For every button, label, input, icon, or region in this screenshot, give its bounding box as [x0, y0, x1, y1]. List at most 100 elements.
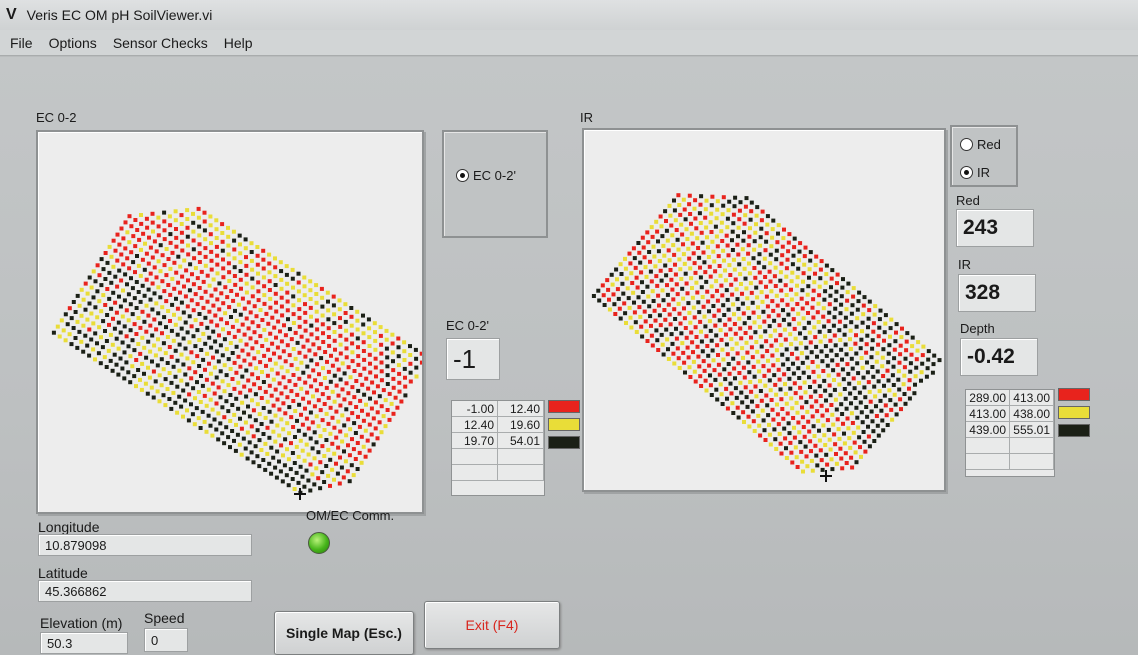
field-sample-point — [225, 295, 230, 300]
field-sample-point — [714, 333, 719, 338]
field-sample-point — [375, 410, 380, 415]
field-sample-point — [120, 314, 125, 319]
field-sample-point — [899, 335, 904, 340]
field-sample-point — [275, 371, 280, 376]
field-sample-point — [285, 290, 290, 295]
radio-ir[interactable]: IR — [960, 165, 990, 180]
field-sample-point — [285, 343, 290, 348]
field-sample-point — [858, 445, 862, 450]
ir-range-max[interactable]: 555.01 — [1010, 422, 1054, 437]
field-sample-point — [847, 381, 852, 386]
field-sample-point — [73, 310, 78, 314]
radio-on-icon — [456, 169, 469, 182]
field-sample-point — [750, 409, 755, 414]
empty-cell[interactable] — [1010, 454, 1054, 469]
menu-sensor-checks[interactable]: Sensor Checks — [113, 35, 208, 51]
field-sample-point — [772, 373, 777, 378]
field-sample-point — [665, 292, 670, 297]
field-sample-point — [862, 439, 867, 444]
field-sample-point — [221, 301, 226, 306]
ec-range-min[interactable]: 12.40 — [452, 417, 498, 432]
field-sample-point — [340, 387, 345, 392]
ir-map-plot[interactable] — [582, 128, 946, 492]
ir-swatch-black[interactable] — [1058, 424, 1090, 437]
exit-button[interactable]: Exit (F4) — [424, 601, 560, 649]
menu-help[interactable]: Help — [224, 35, 253, 51]
field-sample-point — [782, 327, 787, 332]
field-sample-point — [185, 208, 190, 213]
single-map-button[interactable]: Single Map (Esc.) — [274, 611, 414, 655]
empty-cell[interactable] — [498, 449, 544, 464]
ec-legend-table[interactable]: -1.00 12.40 12.40 19.60 19.70 54.01 — [451, 400, 545, 496]
empty-cell[interactable] — [966, 438, 1010, 453]
field-sample-point — [793, 391, 798, 396]
field-sample-point — [755, 205, 760, 210]
field-sample-point — [715, 343, 720, 348]
field-sample-point — [674, 326, 678, 331]
ir-legend-table[interactable]: 289.00 413.00 413.00 438.00 439.00 555.0… — [965, 389, 1055, 477]
field-sample-point — [190, 272, 194, 277]
field-sample-point — [771, 363, 776, 368]
comm-status-led-icon — [308, 532, 330, 554]
ec-swatch-yellow[interactable] — [548, 418, 580, 431]
field-sample-point — [791, 253, 796, 258]
field-sample-point — [262, 327, 267, 332]
field-sample-point — [707, 264, 712, 269]
field-sample-point — [375, 384, 380, 389]
ir-range-min[interactable]: 413.00 — [966, 406, 1010, 421]
ir-range-min[interactable]: 439.00 — [966, 422, 1010, 437]
field-sample-point — [209, 249, 214, 254]
menu-options[interactable]: Options — [49, 35, 97, 51]
field-sample-point — [350, 341, 355, 346]
ir-range-max[interactable]: 413.00 — [1010, 390, 1054, 405]
ec-range-max[interactable]: 54.01 — [498, 433, 544, 448]
field-sample-point — [758, 379, 762, 384]
radio-ec-0-2[interactable]: EC 0-2' — [456, 168, 516, 183]
empty-cell[interactable] — [452, 465, 498, 480]
radio-red[interactable]: Red — [960, 137, 1001, 152]
field-sample-point — [670, 341, 675, 346]
field-sample-point — [138, 377, 142, 382]
field-sample-point — [874, 359, 879, 364]
ec-range-max[interactable]: 19.60 — [498, 417, 544, 432]
field-sample-point — [786, 421, 791, 426]
ir-swatch-yellow[interactable] — [1058, 406, 1090, 419]
field-sample-point — [807, 375, 811, 380]
radio-on-icon — [960, 166, 973, 179]
field-sample-point — [208, 397, 213, 402]
field-sample-point — [213, 287, 218, 292]
ec-range-max[interactable]: 12.40 — [498, 401, 544, 416]
ec-range-min[interactable]: -1.00 — [452, 401, 498, 416]
field-sample-point — [714, 279, 719, 284]
field-sample-point — [379, 369, 384, 374]
ec-swatch-red[interactable] — [548, 400, 580, 413]
empty-cell[interactable] — [452, 449, 498, 464]
ir-swatch-red[interactable] — [1058, 388, 1090, 401]
field-sample-point — [279, 365, 284, 370]
empty-cell[interactable] — [498, 465, 544, 480]
field-sample-point — [397, 371, 402, 376]
field-sample-point — [170, 250, 175, 255]
field-sample-point — [691, 251, 696, 256]
empty-cell[interactable] — [966, 454, 1010, 469]
field-sample-point — [191, 229, 196, 234]
menu-file[interactable]: File — [10, 35, 33, 51]
field-sample-point — [136, 316, 141, 320]
field-sample-point — [89, 311, 94, 316]
field-sample-point — [785, 302, 790, 307]
field-sample-point — [235, 432, 240, 437]
empty-cell[interactable] — [1010, 438, 1054, 453]
ec-range-min[interactable]: 19.70 — [452, 433, 498, 448]
ir-range-min[interactable]: 289.00 — [966, 390, 1010, 405]
ec-map-plot[interactable] — [36, 130, 424, 514]
field-sample-point — [717, 318, 722, 323]
field-sample-point — [175, 410, 180, 415]
field-sample-point — [797, 321, 802, 326]
ec-swatch-black[interactable] — [548, 436, 580, 449]
field-sample-point — [817, 384, 822, 389]
field-sample-point — [327, 343, 332, 348]
field-sample-point — [857, 290, 862, 295]
field-sample-point — [83, 281, 88, 286]
field-sample-point — [855, 316, 860, 321]
ir-range-max[interactable]: 438.00 — [1010, 406, 1054, 421]
